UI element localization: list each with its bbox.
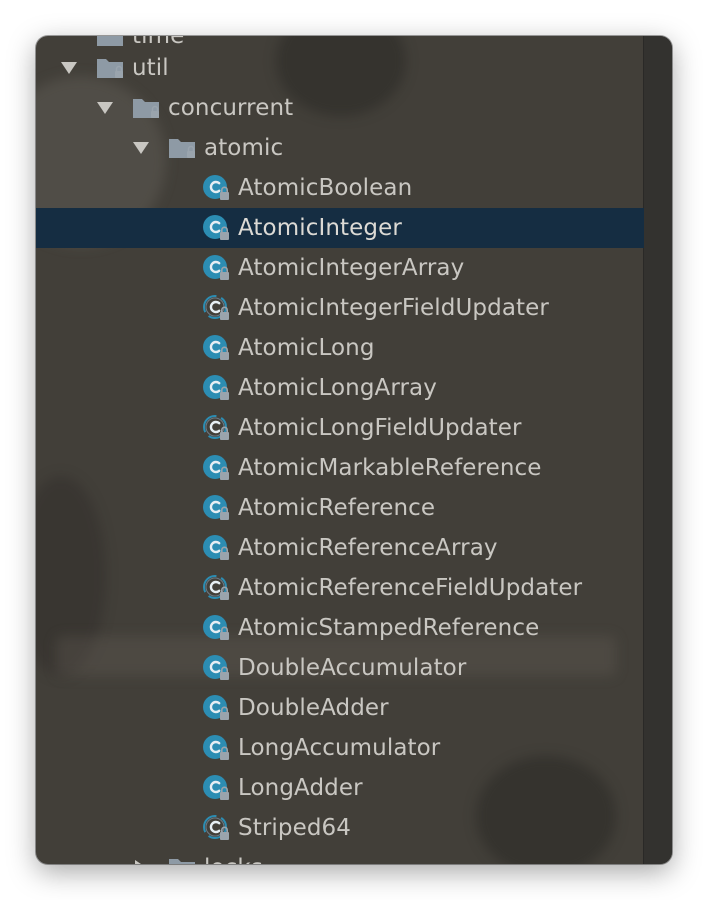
triangle-right-icon[interactable] [132, 859, 150, 864]
tree-node-label: AtomicReferenceFieldUpdater [238, 575, 583, 601]
tree-node-class[interactable]: AtomicBoolean [36, 168, 644, 208]
class-icon [202, 494, 230, 522]
class-icon [202, 214, 230, 242]
tree-node-class[interactable]: DoubleAdder [36, 688, 644, 728]
tree-node-class[interactable]: AtomicLongFieldUpdater [36, 408, 644, 448]
tree-node-label: AtomicIntegerArray [238, 255, 465, 281]
tree-node-label: Striped64 [238, 815, 351, 841]
class-icon [202, 774, 230, 802]
triangle-down-icon[interactable] [96, 99, 114, 117]
tree-node-util[interactable]: util [36, 48, 644, 88]
lock-badge-icon [220, 586, 229, 600]
triangle-down-icon[interactable] [132, 139, 150, 157]
tree-node-class[interactable]: AtomicLong [36, 328, 644, 368]
class-icon [202, 534, 230, 562]
tree-node-class[interactable]: AtomicIntegerArray [36, 248, 644, 288]
tree-node-class[interactable]: AtomicReferenceArray [36, 528, 644, 568]
abstract-class-icon [202, 294, 230, 322]
folder-icon [168, 856, 196, 864]
tree-node-label: DoubleAdder [238, 695, 389, 721]
tree-node-label: AtomicInteger [238, 215, 402, 241]
abstract-class-icon [202, 574, 230, 602]
class-icon [202, 614, 230, 642]
tree-node-label: AtomicReferenceArray [238, 535, 498, 561]
tree-node-locks[interactable]: locks [36, 848, 644, 864]
tree-node-label: LongAdder [238, 775, 363, 801]
class-icon [202, 374, 230, 402]
tree-node-class[interactable]: AtomicIntegerFieldUpdater [36, 288, 644, 328]
project-tool-window: time util concurrent atomic AtomicBoolea… [36, 36, 672, 864]
tree-node-label: LongAccumulator [238, 735, 441, 761]
tree-node-label: AtomicReference [238, 495, 436, 521]
tree-node-class[interactable]: LongAdder [36, 768, 644, 808]
tree-node-label: AtomicMarkableReference [238, 455, 542, 481]
class-icon [202, 734, 230, 762]
tree-node-class[interactable]: AtomicReferenceFieldUpdater [36, 568, 644, 608]
tree-node-label: AtomicStampedReference [238, 615, 540, 641]
tree-node-label: AtomicLongArray [238, 375, 437, 401]
tree-node-class[interactable]: AtomicMarkableReference [36, 448, 644, 488]
tree-node-label: AtomicLongFieldUpdater [238, 415, 522, 441]
tree-node-label: util [132, 55, 169, 81]
class-icon [202, 174, 230, 202]
tree-node-label: concurrent [168, 95, 294, 121]
tree-node-class[interactable]: AtomicInteger [36, 208, 644, 248]
folder-icon [96, 36, 124, 48]
tree-node-class[interactable]: DoubleAccumulator [36, 648, 644, 688]
lock-badge-icon [220, 306, 229, 320]
tree-node-label: AtomicBoolean [238, 175, 413, 201]
class-icon [202, 254, 230, 282]
lock-badge-icon [220, 426, 229, 440]
tree-node-label: atomic [204, 135, 284, 161]
tree-node-label: DoubleAccumulator [238, 655, 467, 681]
folder-icon [96, 56, 124, 80]
tree-node-label: locks [204, 848, 263, 864]
scrollbar-gutter[interactable] [643, 36, 672, 864]
tree-node-class[interactable]: LongAccumulator [36, 728, 644, 768]
tree-node-concurrent[interactable]: concurrent [36, 88, 644, 128]
abstract-class-icon [202, 814, 230, 842]
lock-badge-icon [220, 826, 229, 840]
tree-node-atomic[interactable]: atomic [36, 128, 644, 168]
tree-node-label: AtomicIntegerFieldUpdater [238, 295, 549, 321]
tree-node-class[interactable]: AtomicLongArray [36, 368, 644, 408]
folder-icon [168, 136, 196, 160]
triangle-down-icon[interactable] [60, 59, 78, 77]
tree-node-class[interactable]: Striped64 [36, 808, 644, 848]
folder-icon [132, 96, 160, 120]
tree-node-class[interactable]: AtomicReference [36, 488, 644, 528]
class-icon [202, 654, 230, 682]
tree-node-class[interactable]: AtomicStampedReference [36, 608, 644, 648]
abstract-class-icon [202, 414, 230, 442]
tree-node-label: AtomicLong [238, 335, 375, 361]
class-icon [202, 454, 230, 482]
project-tree: time util concurrent atomic AtomicBoolea… [36, 36, 644, 864]
class-icon [202, 334, 230, 362]
class-icon [202, 694, 230, 722]
